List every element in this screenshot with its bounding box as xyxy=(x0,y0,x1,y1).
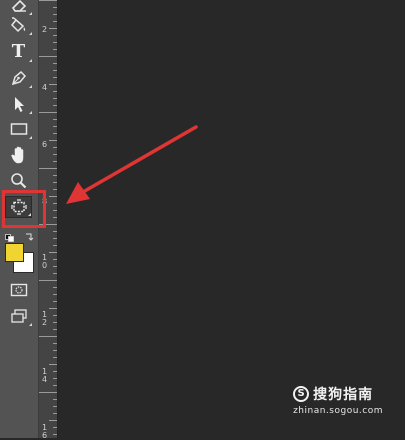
ruler-tick xyxy=(49,364,57,365)
path-selection-tool[interactable] xyxy=(5,93,32,115)
watermark-url: zhinan.sogou.com xyxy=(293,406,383,416)
default-colors-icon xyxy=(5,234,14,242)
ruler-tick xyxy=(39,392,57,393)
ruler-label: 2 xyxy=(42,25,48,34)
rectangle-tool[interactable] xyxy=(5,118,32,140)
ruler-tick xyxy=(53,371,57,372)
ruler-tick xyxy=(53,434,57,435)
ruler-tick xyxy=(53,301,57,302)
ruler-tick xyxy=(53,231,57,232)
ruler-tick xyxy=(53,266,57,267)
ruler-tick xyxy=(53,14,57,15)
ruler-tick xyxy=(53,91,57,92)
ruler-tick xyxy=(39,336,57,337)
ruler-tick xyxy=(53,175,57,176)
ruler-tick xyxy=(53,154,57,155)
ruler-label: 1 4 xyxy=(42,367,48,384)
ruler-tick xyxy=(53,287,57,288)
ruler-tick xyxy=(39,280,57,281)
swap-colors-button[interactable] xyxy=(24,228,34,241)
ruler-tick xyxy=(53,273,57,274)
ruler-tick xyxy=(53,77,57,78)
arrow-cursor-icon xyxy=(14,97,24,112)
default-colors-button[interactable] xyxy=(5,229,14,242)
ruler-tick xyxy=(39,168,57,169)
eraser-icon xyxy=(11,0,26,12)
ruler-tick xyxy=(53,385,57,386)
ruler-label: 4 xyxy=(42,83,48,92)
ruler-tick xyxy=(39,56,57,57)
ruler-tick xyxy=(53,182,57,183)
ruler-tick xyxy=(53,21,57,22)
ruler-tick xyxy=(53,133,57,134)
hand-icon xyxy=(10,146,23,164)
ruler-tick xyxy=(53,343,57,344)
ruler-tick xyxy=(39,112,57,113)
ruler-tick xyxy=(53,294,57,295)
ruler-tick xyxy=(39,0,57,1)
ruler-label: 1 2 xyxy=(42,310,48,327)
ruler-tick xyxy=(53,189,57,190)
ruler-tick xyxy=(53,357,57,358)
paint-bucket-tool[interactable] xyxy=(5,14,32,36)
ruler-tick xyxy=(53,203,57,204)
ruler-tick xyxy=(53,63,57,64)
ruler-tick xyxy=(53,350,57,351)
ruler-tick xyxy=(53,35,57,36)
ruler-tick xyxy=(53,245,57,246)
rectangle-icon xyxy=(10,123,27,135)
annotation-highlight-box xyxy=(2,190,46,228)
ruler-tick xyxy=(53,147,57,148)
document-canvas[interactable] xyxy=(58,0,405,438)
ruler-tick xyxy=(49,84,57,85)
ruler-tick xyxy=(49,308,57,309)
foreground-color-swatch[interactable] xyxy=(5,243,24,262)
quick-mask-icon xyxy=(10,283,27,297)
pen-tool[interactable] xyxy=(5,67,32,89)
annotation-arrow xyxy=(66,125,198,204)
ruler-tick xyxy=(53,259,57,260)
ruler-tick xyxy=(53,49,57,50)
type-icon: T xyxy=(11,41,26,62)
ruler-tick xyxy=(49,196,57,197)
ruler-tick xyxy=(49,28,57,29)
screen-mode-icon xyxy=(10,309,27,323)
ruler-tick xyxy=(53,378,57,379)
ruler-tick xyxy=(53,42,57,43)
ruler-tick xyxy=(53,427,57,428)
quick-mask-button[interactable] xyxy=(5,279,32,301)
ruler-tick xyxy=(53,399,57,400)
ruler-label: 6 xyxy=(42,140,48,149)
zoom-tool[interactable] xyxy=(5,170,32,192)
watermark-brand: 搜狗指南 xyxy=(313,387,374,403)
ruler-tick xyxy=(53,98,57,99)
ruler-tick xyxy=(53,161,57,162)
ruler-tick xyxy=(53,315,57,316)
ruler-tick xyxy=(49,140,57,141)
ruler-tick xyxy=(53,119,57,120)
ruler-tick xyxy=(53,413,57,414)
magnifier-icon xyxy=(10,173,26,189)
pen-icon xyxy=(11,70,26,86)
watermark: S 搜狗指南 zhinan.sogou.com xyxy=(293,384,383,416)
ruler-tick xyxy=(53,70,57,71)
ruler-label: 1 0 xyxy=(42,253,48,270)
screen-mode-button[interactable] xyxy=(5,305,32,327)
ruler-tick xyxy=(53,7,57,8)
ruler-tick xyxy=(49,252,57,253)
paint-bucket-icon xyxy=(10,17,25,33)
type-tool[interactable]: T xyxy=(5,41,32,63)
hand-tool[interactable] xyxy=(5,144,32,166)
sogou-logo-icon: S xyxy=(293,386,310,402)
ruler-tick xyxy=(53,322,57,323)
ruler-tick xyxy=(49,420,57,421)
swap-arrow-icon xyxy=(26,233,34,241)
ruler-tick xyxy=(53,126,57,127)
ruler-tick xyxy=(53,217,57,218)
ruler-tick xyxy=(53,105,57,106)
ruler-tick xyxy=(53,238,57,239)
ruler-tick xyxy=(53,210,57,211)
ruler-tick xyxy=(53,329,57,330)
ruler-tick xyxy=(53,406,57,407)
